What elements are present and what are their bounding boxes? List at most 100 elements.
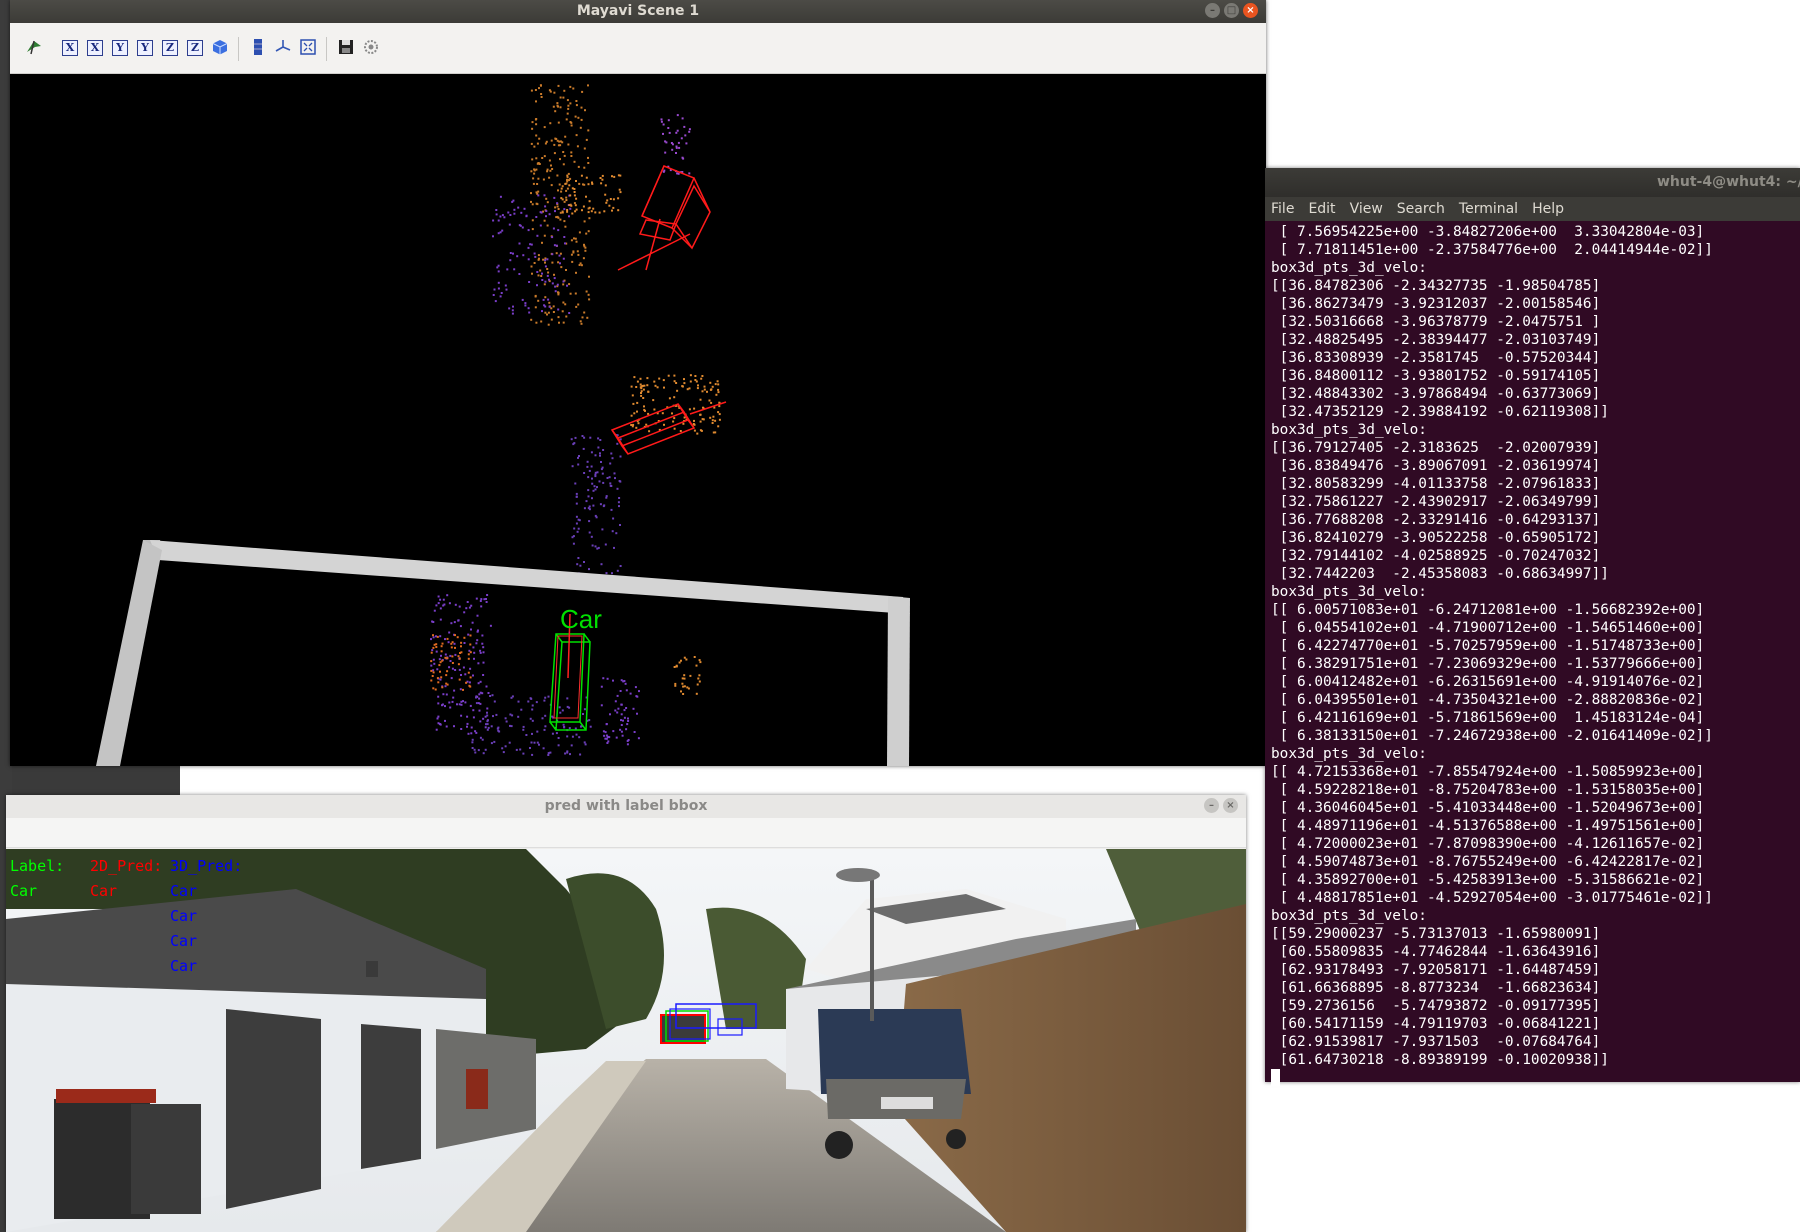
mayavi-titlebar[interactable]: Mayavi Scene 1 – □ × [10, 0, 1266, 23]
legend-2d-pred-header: 2D_Pred: [90, 857, 163, 875]
terminal-line: [32.75861227 -2.43902917 -2.06349799] [1271, 494, 1601, 510]
terminal-line: [[36.84782306 -2.34327735 -1.98504785] [1271, 278, 1601, 294]
mayavi-toolbar: X X Y Y Z Z [10, 23, 1266, 74]
terminal-window: whut-4@whut4: ~/ File Edit View Search T… [1265, 168, 1800, 1086]
legend-3d-pred-item: Car [170, 957, 198, 975]
terminal-line: [36.86273479 -3.92312037 -2.00158546] [1271, 296, 1601, 312]
terminal-line: [62.93178493 -7.92058171 -1.64487459] [1271, 962, 1601, 978]
terminal-line: [60.54171159 -4.79119703 -0.06841221] [1271, 1016, 1601, 1032]
terminal-line: [ 6.42274770e+01 -5.70257959e+00 -1.5174… [1271, 638, 1705, 654]
terminal-line: [62.91539817 -7.9371503 -0.07684764] [1271, 1034, 1601, 1050]
terminal-line: [ 4.59228218e+01 -8.75204783e+00 -1.5315… [1271, 782, 1705, 798]
legend-label-item: Car [10, 882, 38, 900]
terminal-line: box3d_pts_3d_velo: [1271, 908, 1427, 924]
pred-titlebar[interactable]: pred with label bbox – × [6, 795, 1246, 818]
legend-3d-pred-header: 3D_Pred: [170, 857, 243, 875]
image-plane-frame [96, 540, 910, 766]
terminal-line: box3d_pts_3d_velo: [1271, 584, 1427, 600]
terminal-line: box3d_pts_3d_velo: [1271, 746, 1427, 762]
pred-window-controls: – × [1204, 798, 1238, 813]
point-cloud [430, 84, 721, 756]
terminal-line: [32.48825495 -2.38394477 -2.03103749] [1271, 332, 1601, 348]
terminal-line: box3d_pts_3d_velo: [1271, 260, 1427, 276]
menu-help[interactable]: Help [1532, 197, 1564, 221]
isometric-view-icon[interactable] [210, 37, 230, 57]
terminal-line: [32.48843302 -3.97868494 -0.63773069] [1271, 386, 1601, 402]
terminal-line: [ 4.48971196e+01 -4.51376588e+00 -1.4975… [1271, 818, 1705, 834]
terminal-line: [60.55809835 -4.77462844 -1.63643916] [1271, 944, 1601, 960]
mayavi-logo-icon[interactable] [24, 37, 44, 57]
view-z-minus-icon[interactable]: Z [187, 40, 203, 56]
terminal-line: [ 4.35892700e+01 -5.42583913e+00 -5.3158… [1271, 872, 1705, 888]
legend-3d-pred-item: Car [170, 932, 198, 950]
minimize-button[interactable]: – [1204, 798, 1219, 813]
terminal-line: [ 4.36046045e+01 -5.41033448e+00 -1.5204… [1271, 800, 1705, 816]
terminal-line: [61.64730218 -8.89389199 -0.10020938]] [1271, 1052, 1609, 1068]
menu-search[interactable]: Search [1397, 197, 1445, 221]
terminal-line: [ 4.48817851e+01 -4.52927054e+00 -3.0177… [1271, 890, 1713, 906]
pred-window: pred with label bbox – × Label: 2D_Pred:… [6, 795, 1246, 1232]
terminal-line: box3d_pts_3d_velo: [1271, 422, 1427, 438]
view-z-plus-icon[interactable]: Z [162, 40, 178, 56]
toolbar-separator [326, 37, 327, 61]
close-button[interactable]: × [1223, 798, 1238, 813]
terminal-line: [[ 6.00571083e+01 -6.24712081e+00 -1.566… [1271, 602, 1705, 618]
legend-2d-pred-item: Car [90, 882, 118, 900]
pred-toolbar-area [6, 818, 1246, 848]
terminal-line: [[ 4.72153368e+01 -7.85547924e+00 -1.508… [1271, 764, 1705, 780]
terminal-line: [[59.29000237 -5.73137013 -1.65980091] [1271, 926, 1601, 942]
terminal-line: [ 6.38291751e+01 -7.23069329e+00 -1.5377… [1271, 656, 1705, 672]
configure-icon[interactable] [361, 37, 381, 57]
view-y-plus-icon[interactable]: Y [112, 40, 128, 56]
view-x-minus-icon[interactable]: X [87, 40, 103, 56]
terminal-line: [59.2736156 -5.74793872 -0.09177395] [1271, 998, 1601, 1014]
menu-edit[interactable]: Edit [1308, 197, 1335, 221]
3d-scene-viewport[interactable]: Car [10, 74, 1266, 766]
terminal-line: [32.7442203 -2.45358083 -0.68634997]] [1271, 566, 1609, 582]
menu-file[interactable]: File [1271, 197, 1294, 221]
view-x-plus-icon[interactable]: X [62, 40, 78, 56]
terminal-line: [ 6.42116169e+01 -5.71861569e+00 1.45183… [1271, 710, 1705, 726]
full-screen-icon[interactable] [298, 37, 318, 57]
terminal-line: [32.47352129 -2.39884192 -0.62119308]] [1271, 404, 1609, 420]
window-title: Mayavi Scene 1 [576, 3, 700, 19]
save-icon[interactable] [336, 37, 356, 57]
terminal-line: [36.83849476 -3.89067091 -2.03619974] [1271, 458, 1601, 474]
terminal-titlebar[interactable]: whut-4@whut4: ~/ [1265, 168, 1800, 197]
terminal-line: [36.77688208 -2.33291416 -0.64293137] [1271, 512, 1601, 528]
menu-view[interactable]: View [1350, 197, 1383, 221]
pred-window-title: pred with label bbox [544, 798, 708, 814]
camera-image: Label: 2D_Pred: 3D_Pred: Car Car Car Car… [6, 849, 1246, 1232]
parallel-projection-icon[interactable] [248, 37, 268, 57]
view-y-minus-icon[interactable]: Y [137, 40, 153, 56]
terminal-line: [36.83308939 -2.3581745 -0.57520344] [1271, 350, 1601, 366]
terminal-line: [ 6.04554102e+01 -4.71900712e+00 -1.5465… [1271, 620, 1705, 636]
terminal-line: [ 6.04395501e+01 -4.73504321e+00 -2.8882… [1271, 692, 1705, 708]
window-controls: – □ × [1205, 3, 1258, 18]
pred-3d-box-2 [610, 401, 727, 455]
terminal-output[interactable]: [ 7.56954225e+00 -3.84827206e+00 3.33042… [1265, 221, 1800, 1087]
close-button[interactable]: × [1243, 3, 1258, 18]
terminal-menubar: File Edit View Search Terminal Help [1265, 197, 1800, 221]
legend-3d-pred-item: Car [170, 907, 198, 925]
pred-3d-box-1 [617, 165, 711, 271]
menu-terminal[interactable]: Terminal [1459, 197, 1518, 221]
terminal-line: [36.84800112 -3.93801752 -0.59174105] [1271, 368, 1601, 384]
mayavi-window: Mayavi Scene 1 – □ × X X Y Y Z Z Car [10, 0, 1266, 766]
terminal-line: [ 6.00412482e+01 -6.26315691e+00 -4.9191… [1271, 674, 1705, 690]
terminal-cursor [1271, 1069, 1800, 1087]
maximize-button[interactable]: □ [1224, 3, 1239, 18]
terminal-line: [ 4.72000023e+01 -7.87098390e+00 -4.1261… [1271, 836, 1705, 852]
terminal-line: [32.50316668 -3.96378779 -2.0475751 ] [1271, 314, 1601, 330]
terminal-line: [32.79144102 -4.02588925 -0.70247032] [1271, 548, 1601, 564]
axes-indicator-icon[interactable] [273, 37, 293, 57]
terminal-line: [ 7.56954225e+00 -3.84827206e+00 3.33042… [1271, 224, 1705, 240]
minimize-button[interactable]: – [1205, 3, 1220, 18]
terminal-line: [ 6.38133150e+01 -7.24672938e+00 -2.0164… [1271, 728, 1713, 744]
toolbar-separator [238, 37, 239, 61]
legend-3d-pred-item: Car [170, 882, 198, 900]
terminal-line: [32.80583299 -4.01133758 -2.07961833] [1271, 476, 1601, 492]
terminal-line: [36.82410279 -3.90522258 -0.65905172] [1271, 530, 1601, 546]
terminal-line: [61.66368895 -8.8773234 -1.66823634] [1271, 980, 1601, 996]
terminal-title: whut-4@whut4: ~/ [1657, 174, 1800, 190]
